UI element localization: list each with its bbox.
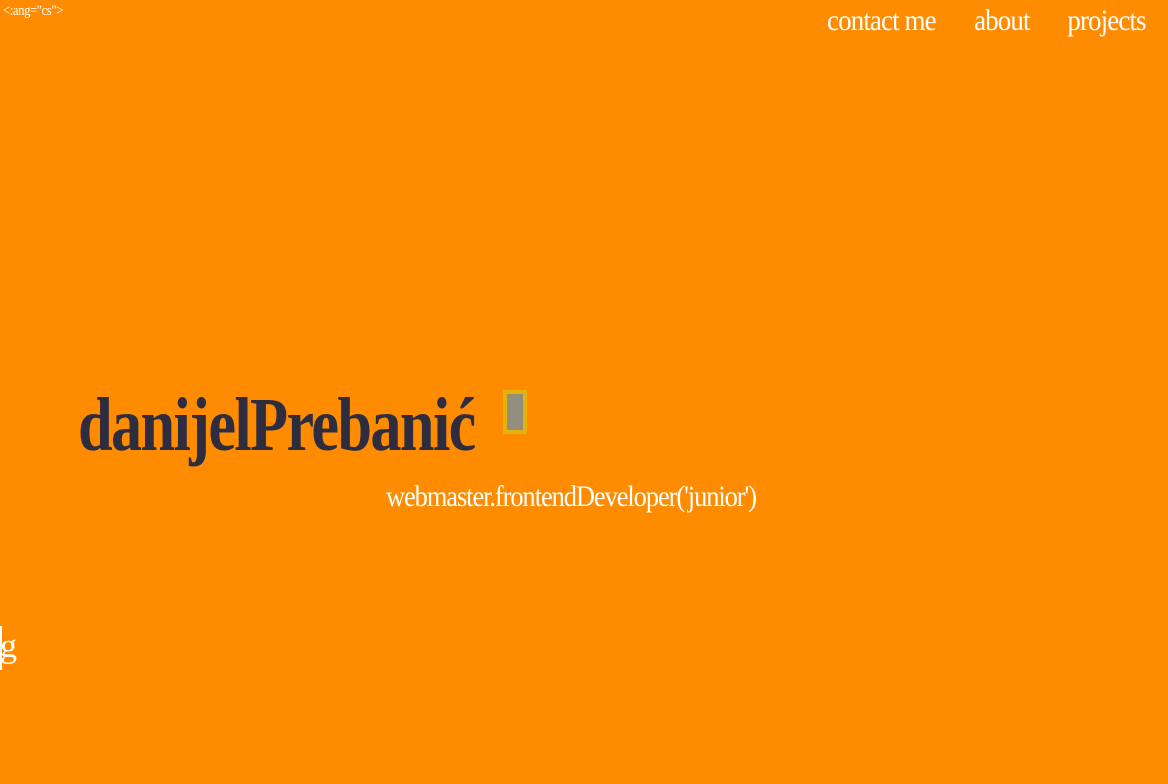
stray-letter: g [0,628,17,665]
typing-cursor [503,390,527,434]
nav-link-contact[interactable]: contact me [827,4,937,38]
hero-name: danijelPrebanić [78,383,476,467]
nav-link-about[interactable]: about [974,4,1030,38]
page: <:ang="cs"> contact me about projects da… [0,0,1168,784]
cursor-inner [507,394,523,430]
nav-link-projects[interactable]: projects [1067,4,1146,38]
hero-subtitle: webmaster.frontendDeveloper('junior') [386,480,757,513]
top-nav: contact me about projects [821,4,1150,38]
stray-markup-text: <:ang="cs"> [3,3,63,19]
